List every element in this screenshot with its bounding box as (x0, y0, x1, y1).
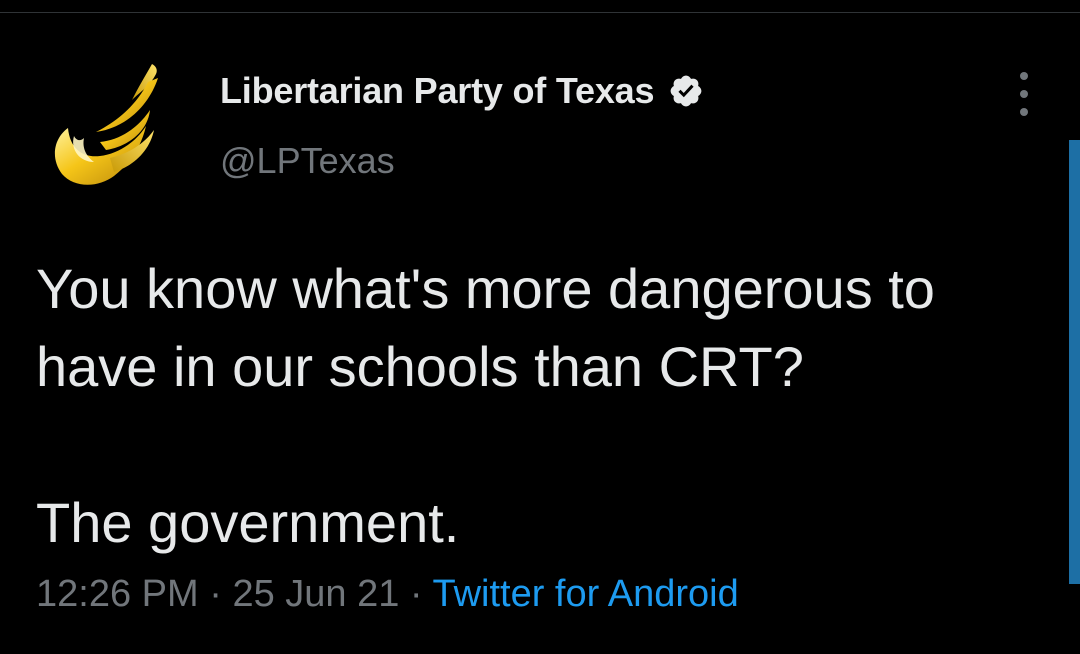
avatar[interactable] (40, 58, 180, 198)
author-name-row[interactable]: Libertarian Party of Texas (220, 70, 704, 112)
tweet-text-paragraph-1: You know what's more dangerous to have i… (36, 257, 935, 398)
tweet-time[interactable]: 12:26 PM (36, 573, 199, 615)
tweet-date[interactable]: 25 Jun 21 (232, 573, 399, 615)
golden-torch-logo-icon (54, 64, 158, 185)
tweet-text-paragraph-2: The government. (36, 491, 460, 554)
tweet-text: You know what's more dangerous to have i… (36, 250, 1046, 562)
meta-separator: · (209, 573, 233, 615)
author-name[interactable]: Libertarian Party of Texas (220, 70, 654, 112)
author-handle[interactable]: @LPTexas (220, 140, 395, 182)
more-vertical-icon (1020, 72, 1028, 116)
tweet-source-link[interactable]: Twitter for Android (432, 573, 738, 615)
tweet-metadata: 12:26 PM · 25 Jun 21 · Twitter for Andro… (36, 573, 739, 616)
more-options-button[interactable] (1010, 72, 1038, 116)
verified-badge-icon (668, 73, 704, 109)
top-divider (0, 12, 1080, 13)
meta-separator-2: · (409, 573, 433, 615)
scroll-indicator[interactable] (1069, 140, 1080, 584)
